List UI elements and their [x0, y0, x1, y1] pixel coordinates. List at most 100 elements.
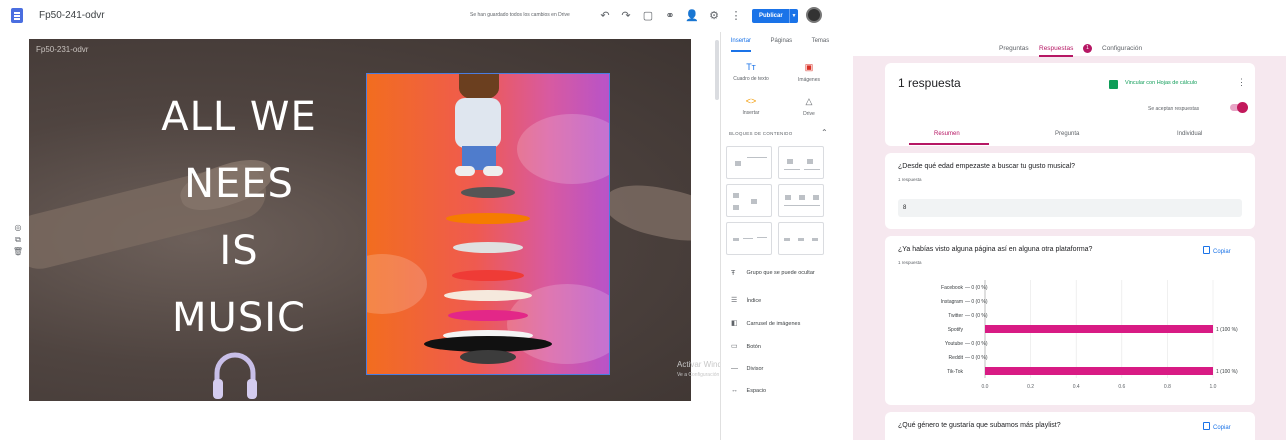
collapsible-group-item[interactable]: Ŧ Grupo que se puede ocultar — [731, 270, 831, 277]
insert-panel: Insertar Páginas Temas Tт Cuadro de text… — [715, 32, 838, 440]
embed-tool[interactable]: <> Insertar — [726, 96, 776, 116]
canvas-scrollbar[interactable] — [715, 40, 719, 100]
images-tool[interactable]: ▣ Imágenes — [784, 62, 834, 83]
tool-label: Imágenes — [798, 77, 820, 83]
character-shoe — [483, 166, 503, 176]
list-item-label: Espacio — [746, 388, 767, 394]
publish-dropdown-icon[interactable]: ▼ — [789, 9, 798, 23]
collapsible-icon: Ŧ — [731, 270, 736, 277]
category-label: Youtube — [945, 341, 963, 347]
record-disc — [460, 350, 516, 364]
category-label: Instagram — [941, 299, 963, 305]
tab-paginas[interactable]: Páginas — [770, 32, 792, 52]
spacer-item[interactable]: ↔ Espacio — [731, 387, 766, 394]
redo-icon[interactable]: ↷ — [619, 9, 633, 23]
list-item-label: Divisor — [746, 366, 764, 372]
headphones-icon — [213, 352, 257, 399]
answer-value: 8 — [898, 199, 1242, 217]
question-title: ¿Desde qué edad empezaste a buscar tu gu… — [898, 163, 1076, 170]
character-head — [459, 74, 499, 100]
chevron-up-icon[interactable]: ⌃ — [821, 128, 828, 137]
x-tick-label: 0.2 — [1027, 384, 1034, 390]
duplicate-icon[interactable]: ⧉ — [11, 234, 25, 246]
subtab-resumen[interactable]: Resumen — [934, 131, 960, 137]
category-label: Facebook — [941, 285, 963, 291]
layout-block[interactable] — [778, 184, 824, 217]
publish-button[interactable]: Publicar ▼ — [752, 9, 798, 23]
layout-block[interactable] — [778, 146, 824, 179]
data-label: — 0 (0 %) — [965, 355, 988, 361]
question-response-count: 1 respuesta — [898, 260, 922, 265]
divider-item[interactable]: — Divisor — [731, 365, 763, 372]
map-shape — [517, 114, 609, 184]
category-label: Reddit — [949, 355, 964, 361]
content-blocks-title: BLOQUES DE CONTENIDO — [729, 131, 793, 136]
subtab-individual[interactable]: Individual — [1177, 131, 1202, 137]
responses-count: 1 respuesta — [898, 76, 961, 90]
data-label: — 0 (0 %) — [965, 285, 988, 291]
tab-respuestas[interactable]: Respuestas — [1039, 45, 1074, 57]
tab-temas[interactable]: Temas — [812, 32, 830, 52]
x-tick-label: 1.0 — [1210, 384, 1217, 390]
question-response-count: 1 respuesta — [898, 177, 922, 182]
delete-icon[interactable]: 🗑 — [11, 246, 25, 258]
data-label: — 0 (0 %) — [965, 313, 988, 319]
link-sheets-button[interactable]: Vincular con Hojas de cálculo — [1125, 80, 1197, 86]
spacer-icon: ↔ — [731, 387, 738, 394]
record-disc — [452, 270, 524, 281]
toc-item[interactable]: ☰ Índice — [731, 296, 761, 304]
link-icon[interactable]: ⚭ — [663, 9, 677, 23]
settings-gear-icon[interactable]: ⚙ — [707, 9, 721, 23]
category-label: Spotify — [948, 327, 964, 333]
carousel-item[interactable]: ◧ Carrusel de imágenes — [731, 319, 800, 327]
save-status: Se han guardado todos los cambios en Dri… — [470, 12, 570, 18]
record-disc — [453, 242, 523, 253]
question-card: ¿Ya habías visto alguna página así en al… — [885, 236, 1255, 405]
button-item[interactable]: ▭ Botón — [731, 342, 761, 350]
subtab-pregunta[interactable]: Pregunta — [1055, 131, 1079, 137]
responses-bar-chart: 0.0 0.2 0.4 0.6 0.8 1.0Facebook — 0 (0 %)Insta… — [941, 280, 1238, 390]
copy-label: Copiar — [1213, 425, 1231, 431]
preview-icon[interactable]: ▢ — [641, 9, 655, 23]
text-box-tool[interactable]: Tт Cuadro de texto — [726, 62, 776, 82]
x-tick-label: 0.8 — [1164, 384, 1171, 390]
data-label: — 0 (0 %) — [965, 341, 988, 347]
layout-block[interactable] — [726, 184, 772, 217]
undo-icon[interactable]: ↶ — [598, 9, 612, 23]
hero-line: ALL WE — [161, 94, 317, 140]
list-item-label: Índice — [746, 298, 762, 304]
share-icon[interactable]: 👤 — [685, 9, 699, 23]
layout-block[interactable] — [778, 222, 824, 255]
user-avatar[interactable] — [806, 7, 822, 23]
embed-icon: <> — [745, 96, 757, 106]
layout-block[interactable] — [726, 222, 772, 255]
sites-logo-icon[interactable] — [11, 8, 23, 23]
hero-line: MUSIC — [172, 295, 306, 341]
sheets-icon[interactable] — [1109, 80, 1118, 89]
site-title[interactable]: Fp50-241-odvr — [39, 10, 105, 21]
sites-top-bar: Fp50-241-odvr Se han guardado todos los … — [0, 0, 838, 32]
bar — [985, 367, 1213, 375]
hero-text-box[interactable]: ALL WE NEES IS MUSIC — [124, 84, 354, 352]
more-options-icon[interactable]: ⋮ — [1237, 77, 1246, 88]
more-options-icon[interactable]: ⋮ — [729, 9, 743, 23]
question-title: ¿Ya habías visto alguna página así en al… — [898, 246, 1093, 253]
layout-block[interactable] — [726, 146, 772, 179]
drive-tool[interactable]: △ Drive — [784, 96, 834, 117]
copy-chart-button[interactable]: Copiar — [1203, 246, 1231, 255]
tab-preguntas[interactable]: Preguntas — [999, 45, 1029, 52]
tab-insertar[interactable]: Insertar — [730, 32, 752, 52]
accepting-responses-toggle[interactable] — [1230, 102, 1248, 113]
background-hand-right — [600, 177, 691, 249]
tab-configuracion[interactable]: Configuración — [1102, 45, 1142, 52]
hero-line: IS — [219, 228, 259, 274]
data-label: 1 (100 %) — [1216, 369, 1238, 375]
palette-icon[interactable]: ◎ — [11, 222, 25, 234]
record-disc — [444, 290, 532, 301]
list-item-label: Carrusel de imágenes — [746, 321, 801, 327]
copy-label: Copiar — [1213, 249, 1231, 255]
question-title: ¿Qué género te gustaría que subamos más … — [898, 422, 1061, 429]
image-carousel-block[interactable]: • • • • • • • — [366, 73, 610, 375]
copy-chart-button[interactable]: Copiar — [1203, 422, 1231, 431]
tool-label: Insertar — [742, 110, 760, 116]
